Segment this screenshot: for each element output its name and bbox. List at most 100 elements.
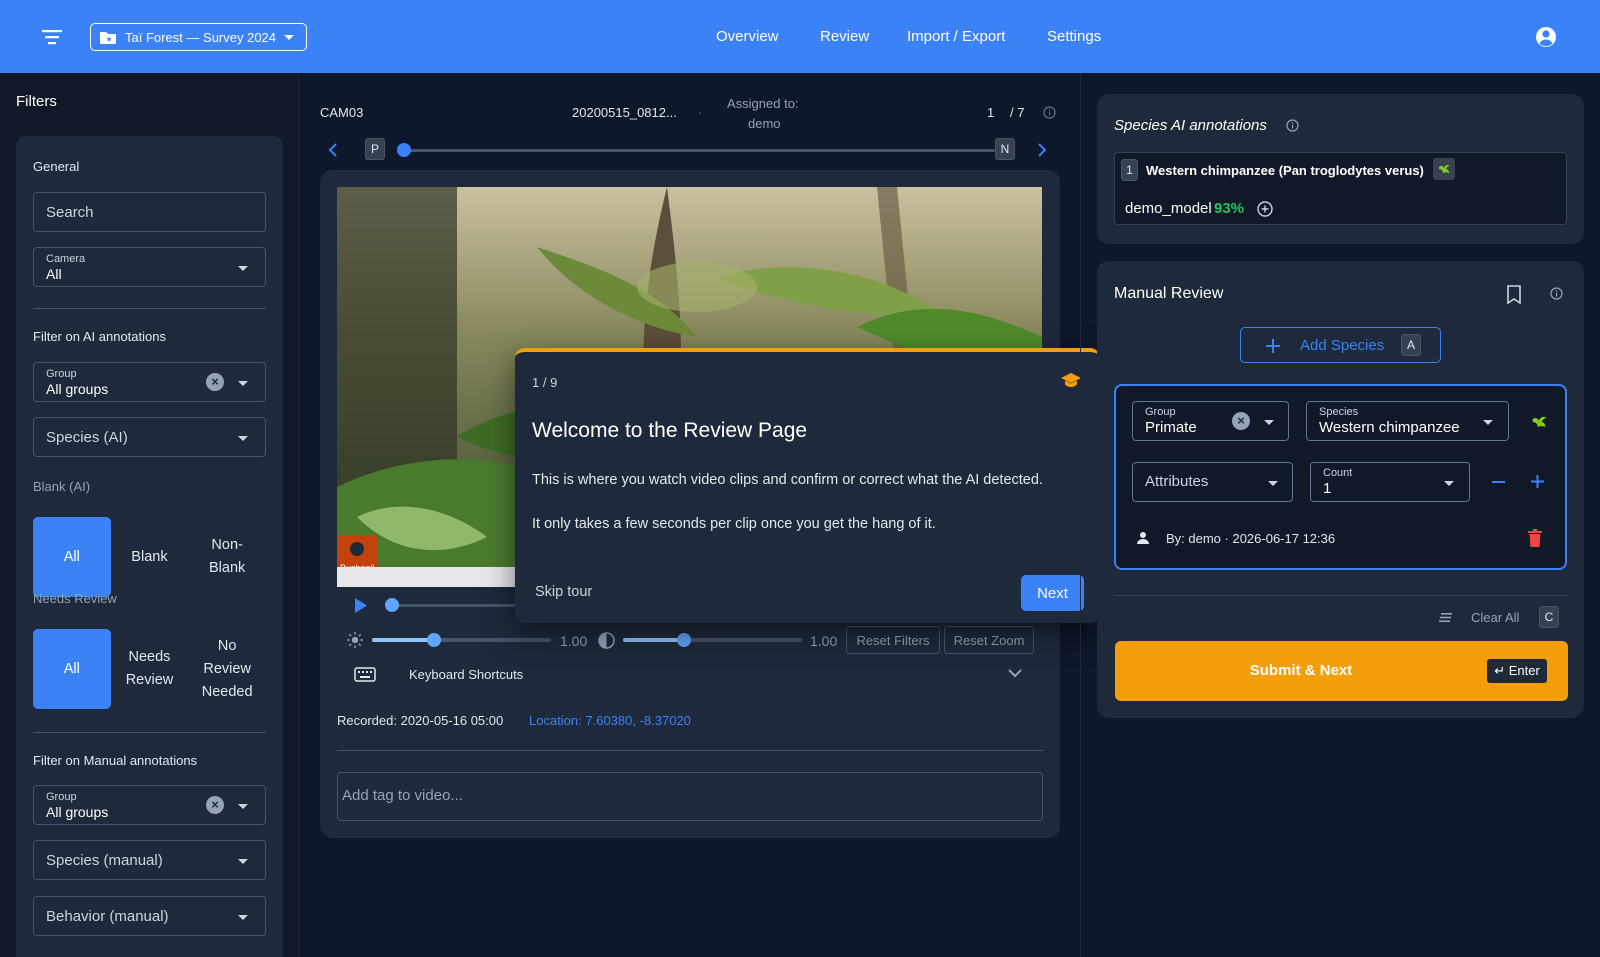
project-selector[interactable]: Taï Forest — Survey 2024 — [90, 23, 307, 51]
clear-all-button[interactable]: Clear All — [1471, 610, 1519, 625]
submit-next-button[interactable]: Submit & Next ↵ Enter — [1115, 641, 1568, 701]
recorded-time: Recorded: 2020-05-16 05:00 — [337, 713, 504, 728]
review-option-needs-review[interactable]: Needs Review — [111, 629, 189, 709]
attributes-select[interactable]: Attributes — [1132, 462, 1293, 502]
review-option-no-review[interactable]: No Review Needed — [188, 629, 266, 709]
tour-step: 1 / 9 — [532, 375, 558, 390]
ai-confidence: 93% — [1214, 200, 1245, 217]
chevron-down-icon — [1268, 481, 1278, 486]
trash-icon[interactable] — [1528, 529, 1542, 547]
divider — [33, 308, 266, 309]
blank-ai-label: Blank (AI) — [33, 479, 91, 494]
location-link[interactable]: Location: 7.60380, -8.37020 — [529, 713, 691, 728]
filter-menu-icon[interactable] — [40, 26, 64, 48]
divider — [337, 750, 1043, 751]
chevron-down-icon — [238, 266, 248, 271]
review-option-all[interactable]: All — [33, 629, 111, 709]
add-circle-icon[interactable] — [1257, 201, 1273, 217]
clip-total: / 7 — [1010, 105, 1025, 120]
chevron-down-icon — [284, 35, 294, 40]
info-icon[interactable] — [1286, 119, 1299, 132]
folder-star-icon — [100, 31, 116, 44]
decrement-icon[interactable] — [1492, 481, 1505, 484]
annotation-author: By: demo · 2026-06-17 12:36 — [1166, 531, 1336, 546]
group-select[interactable]: Group Primate × — [1132, 401, 1289, 441]
filters-title: Filters — [16, 93, 57, 110]
nav-settings[interactable]: Settings — [1047, 0, 1101, 73]
brightness-thumb[interactable] — [427, 633, 441, 647]
chevron-right-icon[interactable] — [1037, 143, 1047, 157]
brightness-value: 1.00 — [560, 633, 588, 649]
species-manual-select[interactable]: Species (manual) — [33, 840, 266, 880]
camera-select[interactable]: Camera All — [33, 247, 266, 287]
nav-import-export[interactable]: Import / Export — [907, 0, 1005, 73]
ai-species: Western chimpanzee (Pan troglodytes veru… — [1146, 163, 1424, 178]
account-icon[interactable] — [1535, 26, 1557, 48]
blank-option-blank[interactable]: Blank — [111, 517, 189, 597]
species-select[interactable]: Species Western chimpanzee — [1306, 401, 1509, 441]
chevron-down-icon[interactable] — [1008, 669, 1022, 678]
clear-icon[interactable]: × — [206, 373, 224, 391]
info-icon[interactable] — [1550, 287, 1563, 300]
contrast-fill — [623, 638, 685, 642]
chimpanzee-icon — [1532, 416, 1547, 428]
contrast-icon — [598, 632, 615, 649]
tour-text-2: It only takes a few seconds per clip onc… — [532, 516, 936, 532]
behavior-manual-select[interactable]: Behavior (manual) — [33, 896, 266, 936]
chevron-down-icon — [238, 381, 248, 386]
clear-all-icon — [1439, 613, 1452, 622]
info-icon[interactable] — [1043, 106, 1056, 119]
brightness-icon — [347, 632, 363, 648]
species-ai-select[interactable]: Species (AI) — [33, 417, 266, 457]
divider — [1114, 595, 1567, 596]
tour-next-button[interactable]: Next — [1021, 575, 1084, 611]
camera-id: CAM03 — [320, 105, 364, 120]
keyboard-icon — [354, 667, 376, 682]
ai-model: demo_model — [1125, 200, 1212, 217]
assigned-user: demo — [748, 116, 781, 131]
ai-group-select[interactable]: Group All groups × — [33, 362, 266, 402]
clip-seek-thumb[interactable] — [397, 143, 411, 157]
nav-review[interactable]: Review — [820, 0, 869, 73]
clear-icon[interactable]: × — [1232, 412, 1250, 430]
filters-card: General Search Camera All Filter on AI a… — [16, 136, 283, 957]
video-progress-track[interactable] — [392, 604, 520, 607]
ai-annotations-title: Species AI annotations — [1114, 117, 1267, 134]
count-select[interactable]: Count 1 — [1310, 462, 1470, 502]
needs-review-label: Needs Review — [33, 591, 117, 606]
annotation-entry: Group Primate × Species Western chimpanz… — [1114, 384, 1567, 570]
manual-group-select[interactable]: Group All groups × — [33, 785, 266, 825]
blank-toggle: All Blank Non-Blank — [33, 517, 266, 597]
top-bar: Taï Forest — Survey 2024 Overview Review… — [0, 0, 1600, 73]
chevron-down-icon — [238, 859, 248, 864]
chevron-down-icon — [1483, 420, 1493, 425]
assigned-label: Assigned to: — [727, 96, 799, 111]
clip-seek-track[interactable] — [404, 149, 995, 152]
reset-zoom-button[interactable]: Reset Zoom — [944, 626, 1034, 654]
clear-all-key: C — [1539, 606, 1559, 628]
blank-option-all[interactable]: All — [33, 517, 111, 597]
chevron-left-icon[interactable] — [328, 143, 338, 157]
video-progress-thumb[interactable] — [385, 598, 399, 612]
reset-filters-button[interactable]: Reset Filters — [846, 626, 940, 654]
increment-icon[interactable] — [1531, 475, 1544, 488]
enter-key: ↵ Enter — [1487, 659, 1547, 683]
blank-option-non-blank[interactable]: Non-Blank — [188, 517, 266, 597]
manual-filter-label: Filter on Manual annotations — [33, 753, 198, 768]
keyboard-shortcuts-toggle[interactable]: Keyboard Shortcuts — [409, 667, 523, 682]
ai-filter-label: Filter on AI annotations — [33, 329, 166, 344]
tag-input[interactable]: Add tag to video... — [337, 772, 1043, 821]
nav-overview[interactable]: Overview — [716, 0, 779, 73]
prev-key: P — [365, 138, 385, 160]
add-species-button[interactable]: Add Species A — [1240, 327, 1441, 363]
ai-rank: 1 — [1121, 159, 1138, 181]
bookmark-icon[interactable] — [1506, 285, 1522, 304]
chevron-down-icon — [1444, 481, 1454, 486]
contrast-thumb[interactable] — [677, 633, 691, 647]
search-input[interactable]: Search — [33, 192, 266, 232]
graduation-cap-icon — [1061, 373, 1081, 387]
play-icon[interactable] — [354, 597, 368, 614]
skip-tour-button[interactable]: Skip tour — [535, 584, 592, 600]
accept-species-button[interactable] — [1433, 158, 1455, 180]
clear-icon[interactable]: × — [206, 796, 224, 814]
